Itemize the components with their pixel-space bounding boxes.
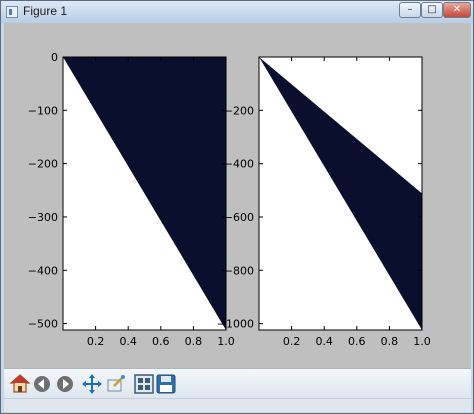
figure-window: Figure 1 – □ ✕ 0.2 0.4 0.6 0.8 1.0 0 −100 −200 −… <box>0 0 474 414</box>
forward-button[interactable] <box>54 373 76 395</box>
axes-1-xtick-label: 0.4 <box>119 335 137 348</box>
axes-1-xtick-label: 0.8 <box>185 335 203 348</box>
subplots-icon <box>134 374 154 394</box>
app-icon[interactable] <box>6 6 18 18</box>
axes-2-xtick-label: 0.8 <box>381 335 399 348</box>
back-icon <box>34 376 50 392</box>
maximize-button[interactable]: □ <box>421 2 443 18</box>
home-icon <box>9 374 31 393</box>
axes-1-ytick-label: −500 <box>28 318 58 331</box>
axes-1-xtick-label: 0.2 <box>87 335 105 348</box>
axes-2-ytick-label: −800 <box>224 264 254 277</box>
axes-1-ytick-label: −400 <box>28 264 58 277</box>
home-button[interactable] <box>9 373 31 395</box>
axes-2-xtick-label: 0.4 <box>315 335 333 348</box>
forward-icon <box>57 376 73 392</box>
subplots-button[interactable] <box>133 373 155 395</box>
axes-1-ytick-label: 0 <box>51 51 58 64</box>
pan-icon <box>82 374 102 394</box>
axes-2-xtick-label: 0.2 <box>283 335 301 348</box>
axes-2-ytick-label: −600 <box>224 211 254 224</box>
figure-canvas[interactable]: 0.2 0.4 0.6 0.8 1.0 0 −100 −200 −300 −400 −500 0.2 0… <box>4 23 471 368</box>
save-button[interactable] <box>155 373 177 395</box>
axes-2-xtick-label: 0.6 <box>348 335 366 348</box>
axes-1-xtick-label: 1.0 <box>217 335 235 348</box>
zoom-icon <box>107 375 125 392</box>
back-button[interactable] <box>31 373 53 395</box>
save-icon <box>156 374 176 394</box>
minimize-button[interactable]: – <box>399 2 421 18</box>
close-button[interactable]: ✕ <box>443 2 471 18</box>
title-bar[interactable]: Figure 1 – □ ✕ <box>1 1 473 23</box>
axes-1-ytick-label: −100 <box>28 104 58 117</box>
axes-1-ytick-label: −300 <box>28 211 58 224</box>
zoom-button[interactable] <box>105 373 127 395</box>
axes-1-xtick-label: 0.6 <box>152 335 170 348</box>
navigation-toolbar <box>4 368 471 398</box>
pan-button[interactable] <box>81 373 103 395</box>
window-title: Figure 1 <box>23 4 68 18</box>
axes-2-ytick-label: −400 <box>224 158 254 171</box>
status-bar <box>4 398 471 412</box>
figure-plots: 0.2 0.4 0.6 0.8 1.0 0 −100 −200 −300 −400 −500 0.2 0… <box>28 51 431 348</box>
axes-2-ytick-label: −1000 <box>217 318 254 331</box>
axes-2-xtick-label: 1.0 <box>413 335 431 348</box>
axes-1-ytick-label: −200 <box>28 158 58 171</box>
axes-2-ytick-label: −200 <box>224 104 254 117</box>
